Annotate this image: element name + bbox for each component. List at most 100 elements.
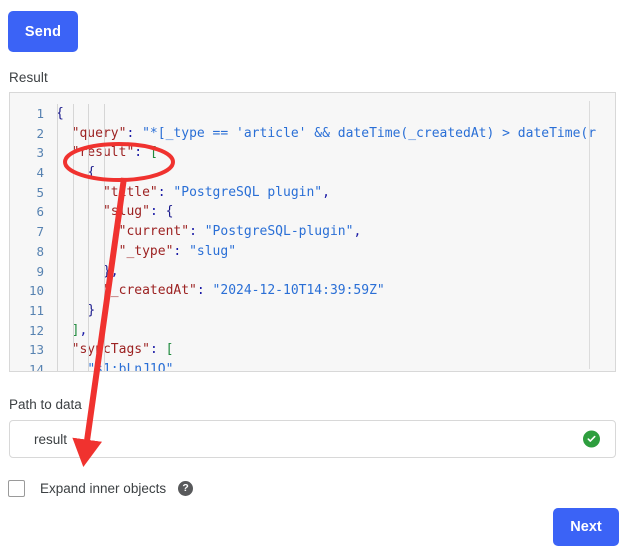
indent-guide [88, 202, 90, 223]
question-mark-icon[interactable]: ? [178, 481, 194, 496]
line-number: 4 [36, 165, 44, 181]
indent-guide [88, 300, 90, 321]
code-line: 10 "_createdAt": "2024-12-10T14:39:59Z" [10, 281, 615, 301]
code-line: 12 ], [10, 320, 615, 341]
code-line: 9 }, [10, 261, 615, 282]
code-text: { [56, 163, 615, 183]
indent-guide [88, 163, 90, 183]
code-line: 7 "current": "PostgreSQL-plugin", [10, 222, 615, 242]
line-number: 5 [36, 184, 44, 200]
indent-guide [57, 241, 58, 262]
indent-guide [57, 359, 58, 371]
line-number: 14 [28, 361, 44, 372]
code-line: 4 { [10, 163, 615, 183]
path-to-data-field[interactable] [9, 420, 616, 458]
code-line: 5 "title": "PostgreSQL plugin", [10, 182, 615, 203]
indent-guide [103, 143, 105, 164]
code-line: 8 "_type": "slug" [10, 241, 615, 262]
wizard-panel: Send Result 1{2 "query": "*[_type == 'ar… [0, 0, 626, 552]
next-button[interactable]: Next [553, 508, 619, 546]
indent-guide [57, 143, 58, 164]
code-text: }, [56, 261, 615, 282]
indent-guide [88, 104, 90, 124]
indent-guide [72, 241, 74, 262]
line-number: 2 [36, 125, 44, 141]
line-number: 1 [36, 106, 44, 121]
indent-guide [57, 202, 58, 223]
check-circle-icon [583, 430, 600, 448]
indent-guide [88, 222, 90, 242]
indent-guide [57, 320, 58, 341]
line-number: 8 [36, 243, 44, 259]
indent-guide [72, 281, 74, 301]
code-text: { [56, 104, 615, 124]
indent-guide [88, 281, 90, 301]
code-text: } [56, 300, 615, 321]
code-text: ], [56, 320, 615, 341]
send-button[interactable]: Send [8, 11, 78, 52]
code-text: "slug": { [56, 202, 615, 223]
expand-inner-objects-row: Expand inner objects ? [8, 480, 194, 497]
result-code-editor[interactable]: 1{2 "query": "*[_type == 'article' && da… [9, 92, 616, 372]
indent-guide [103, 202, 105, 223]
line-number: 13 [28, 342, 44, 358]
indent-guide [103, 163, 105, 183]
indent-guide [57, 104, 58, 124]
code-line: 11 } [10, 300, 615, 321]
indent-guide [88, 340, 90, 360]
code-text: "s1:bLnJ1Q" [56, 359, 615, 371]
indent-guide [103, 241, 105, 262]
indent-guide [103, 123, 105, 144]
code-line: 13 "syncTags": [ [10, 340, 615, 360]
code-line: 14 "s1:bLnJ1Q" [10, 359, 615, 372]
indent-guide [103, 320, 105, 341]
indent-guide [72, 143, 74, 164]
indent-guide [72, 182, 74, 203]
indent-guide [57, 123, 58, 144]
code-line: 3 "result": [ [10, 143, 615, 164]
indent-guide [103, 104, 105, 124]
indent-guide [57, 222, 58, 242]
code-text: "result": [ [56, 143, 615, 164]
code-text: "syncTags": [ [56, 340, 615, 360]
code-text: "_type": "slug" [56, 241, 615, 262]
indent-guide [103, 340, 105, 360]
indent-guide [88, 182, 90, 203]
code-text: "_createdAt": "2024-12-10T14:39:59Z" [56, 281, 615, 301]
indent-guide [72, 123, 74, 144]
editor-scroll-gutter[interactable] [589, 101, 590, 369]
expand-inner-objects-checkbox[interactable] [8, 480, 25, 497]
indent-guide [57, 182, 58, 203]
line-number: 7 [36, 224, 44, 240]
indent-guide [57, 340, 58, 360]
code-text: "title": "PostgreSQL plugin", [56, 182, 615, 203]
indent-guide [72, 359, 74, 371]
indent-guide [57, 261, 58, 282]
path-to-data-label: Path to data [9, 397, 82, 412]
indent-guide [72, 202, 74, 223]
code-line: 1{ [10, 104, 615, 124]
indent-guide [72, 163, 74, 183]
code-lines-container: 1{2 "query": "*[_type == 'article' && da… [10, 104, 615, 372]
path-to-data-input[interactable] [32, 421, 552, 457]
indent-guide [72, 261, 74, 282]
line-number: 9 [36, 263, 44, 279]
result-label: Result [9, 70, 48, 85]
indent-guide [72, 104, 74, 124]
code-line: 6 "slug": { [10, 202, 615, 223]
indent-guide [72, 320, 74, 341]
indent-guide [72, 222, 74, 242]
code-text: "current": "PostgreSQL-plugin", [56, 222, 615, 242]
indent-guide [57, 163, 58, 183]
code-text: "query": "*[_type == 'article' && dateTi… [56, 123, 615, 144]
indent-guide [103, 281, 105, 301]
indent-guide [88, 241, 90, 262]
indent-guide [88, 123, 90, 144]
indent-guide [103, 182, 105, 203]
indent-guide [72, 340, 74, 360]
code-line: 2 "query": "*[_type == 'article' && date… [10, 123, 615, 144]
indent-guide [103, 261, 105, 282]
indent-guide [57, 300, 58, 321]
indent-guide [103, 359, 105, 371]
expand-inner-objects-label: Expand inner objects [40, 481, 167, 496]
